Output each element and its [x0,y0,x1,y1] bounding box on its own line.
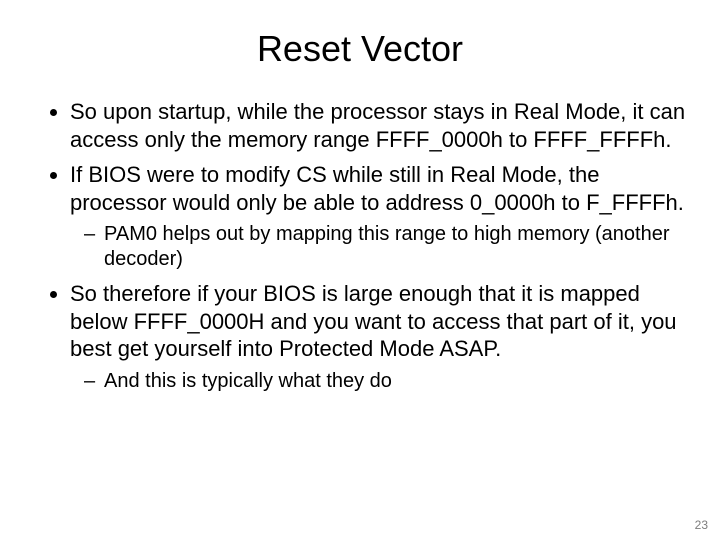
page-number: 23 [695,518,708,532]
sub-bullet-item: PAM0 helps out by mapping this range to … [104,222,690,272]
sub-bullet-item: And this is typically what they do [104,369,690,394]
bullet-item: If BIOS were to modify CS while still in… [70,161,690,272]
bullet-text: If BIOS were to modify CS while still in… [70,162,684,215]
sub-bullet-text: And this is typically what they do [104,370,392,392]
bullet-item: So upon startup, while the processor sta… [70,98,690,153]
sub-bullet-text: PAM0 helps out by mapping this range to … [104,223,670,270]
bullet-text: So upon startup, while the processor sta… [70,99,685,152]
bullet-item: So therefore if your BIOS is large enoug… [70,280,690,394]
bullet-text: So therefore if your BIOS is large enoug… [70,281,677,361]
slide-title: Reset Vector [30,28,690,70]
bullet-list: So upon startup, while the processor sta… [30,98,690,394]
sub-bullet-list: And this is typically what they do [70,369,690,394]
sub-bullet-list: PAM0 helps out by mapping this range to … [70,222,690,272]
slide: Reset Vector So upon startup, while the … [0,0,720,540]
